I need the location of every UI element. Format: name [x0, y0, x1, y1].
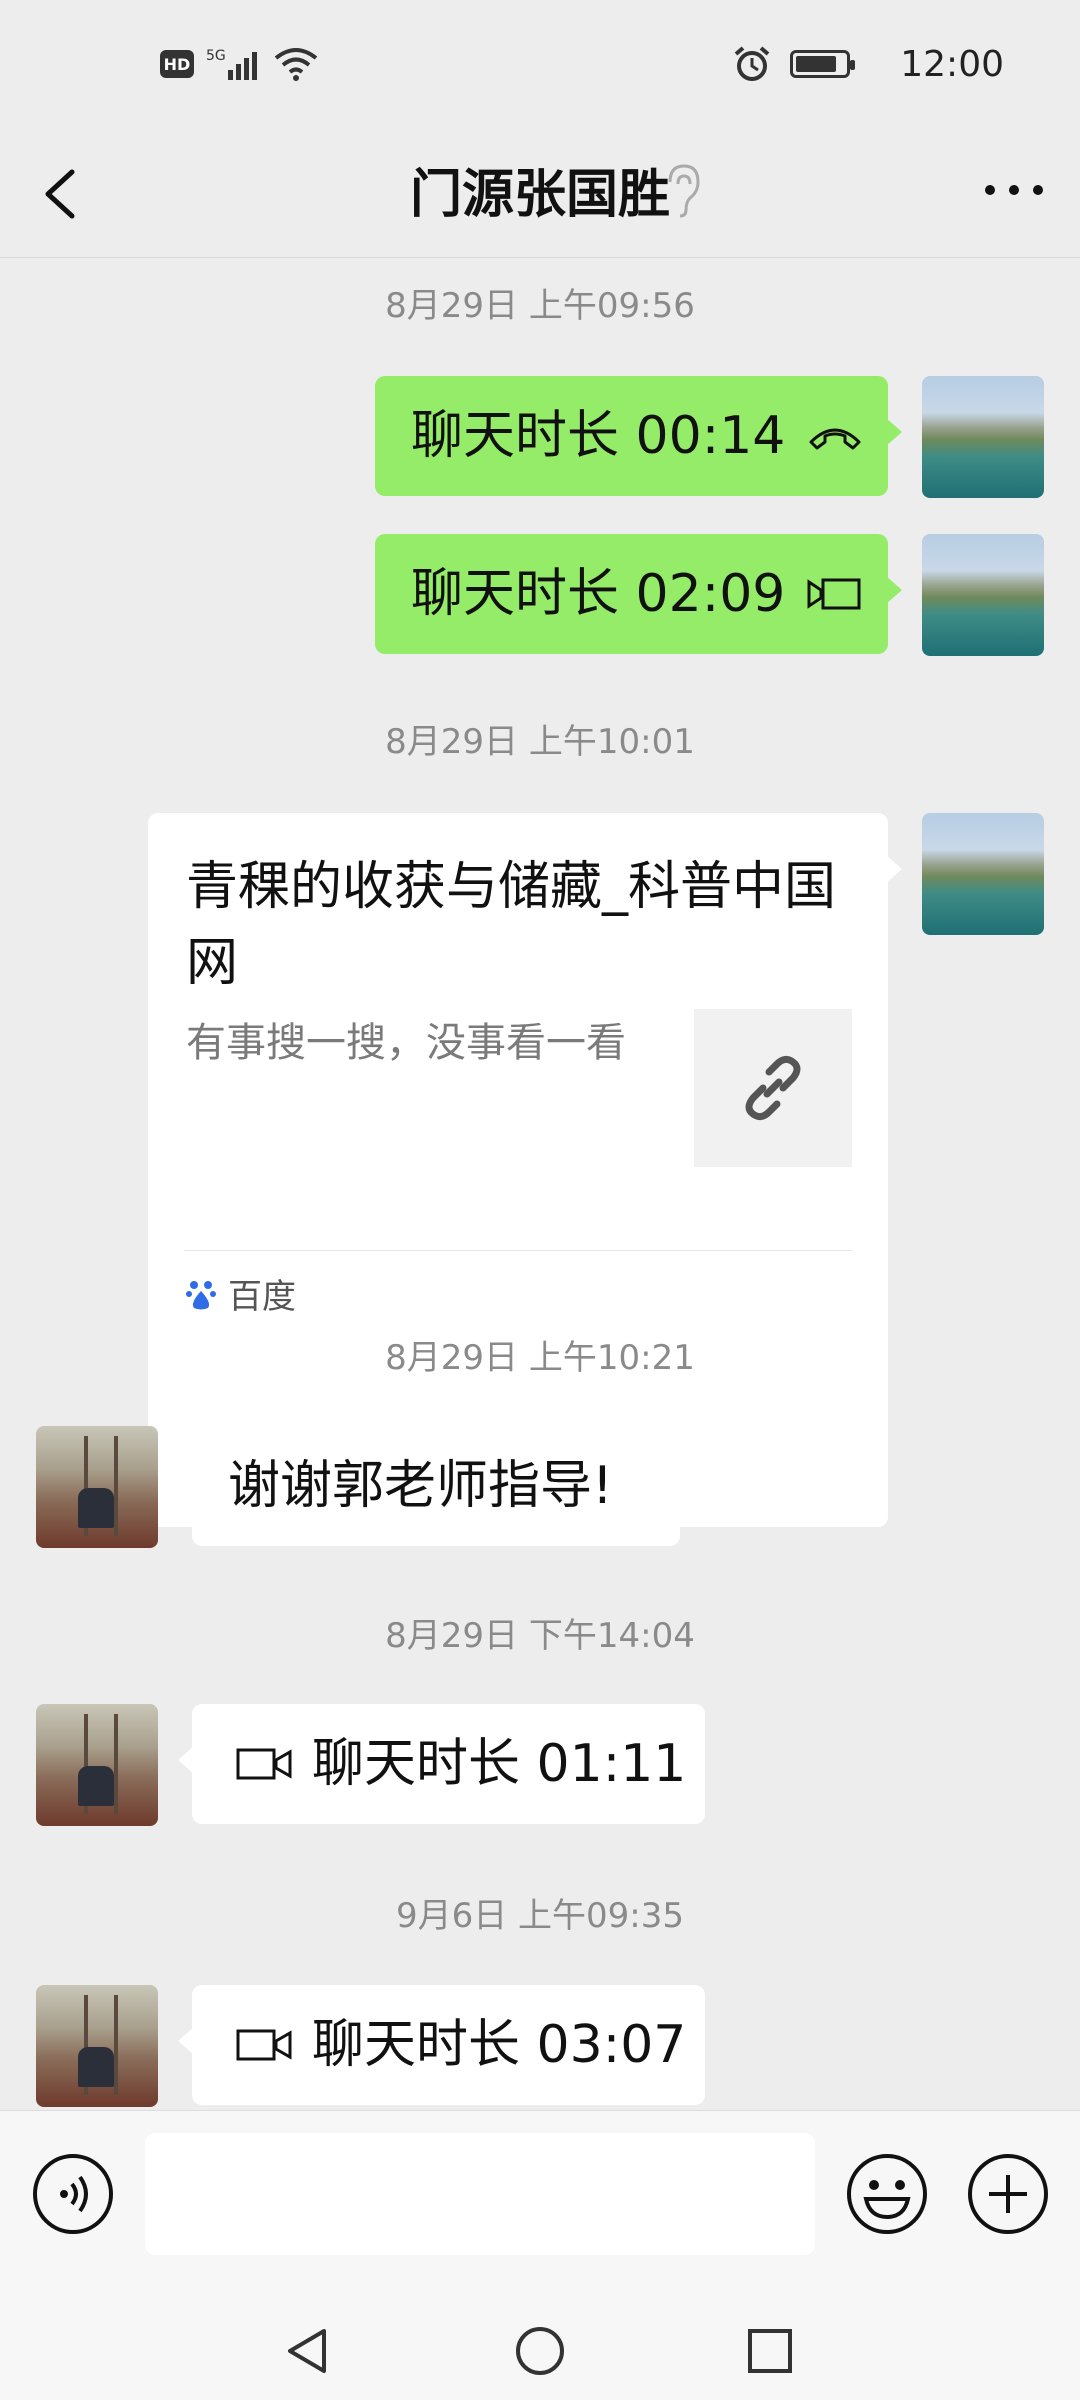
alarm-icon — [734, 46, 770, 81]
text-message[interactable]: 谢谢郭老师指导! — [178, 1426, 680, 1546]
video-camera-icon — [807, 578, 861, 610]
voice-input-icon[interactable] — [30, 2151, 116, 2237]
my-avatar[interactable] — [922, 534, 1044, 656]
timestamp: 8月29日 下午14:04 — [385, 1616, 695, 1656]
video-call-record[interactable]: 聊天时长 03:07 — [178, 1985, 705, 2105]
video-call-record[interactable]: 聊天时长 01:11 — [178, 1704, 705, 1824]
call-duration-text: 聊天时长 02:09 — [411, 564, 786, 624]
timestamp: 9月6日 上午09:35 — [395, 1896, 685, 1936]
phone-icon — [809, 428, 861, 450]
link-icon — [745, 1055, 801, 1121]
contact-avatar[interactable] — [36, 1426, 158, 1548]
battery-icon — [790, 50, 855, 78]
message-input[interactable] — [145, 2133, 815, 2255]
status-left: HD 5G — [160, 46, 318, 82]
message-text: 谢谢郭老师指导! — [228, 1456, 613, 1516]
timestamp: 8月29日 上午09:56 — [385, 286, 695, 326]
earpiece-mode-icon — [668, 164, 700, 218]
call-duration-text: 聊天时长 03:07 — [312, 2015, 687, 2075]
network-type: 5G — [206, 48, 226, 64]
timestamp: 8月29日 上午10:21 — [385, 1338, 695, 1378]
hd-badge: HD — [160, 50, 194, 78]
contact-name: 门源张国胜 — [409, 165, 670, 225]
signal-icon: 5G — [206, 48, 257, 80]
divider — [184, 1250, 852, 1251]
emoji-icon[interactable] — [844, 2151, 930, 2237]
nav-recents-icon[interactable] — [742, 2323, 798, 2379]
wifi-icon — [274, 48, 318, 81]
call-duration-text: 聊天时长 00:14 — [411, 406, 786, 466]
baidu-paw-icon — [186, 1280, 216, 1309]
status-right — [732, 44, 855, 84]
video-camera-icon — [236, 1748, 292, 1780]
my-avatar[interactable] — [922, 813, 1044, 935]
call-duration-text: 聊天时长 01:11 — [312, 1734, 687, 1794]
link-card[interactable]: 青稞的收获与储藏_科普中国网 有事搜一搜，没事看一看 百度 — [148, 813, 902, 1527]
nav-back-icon[interactable] — [280, 2323, 336, 2379]
status-bar: HD 5G 12:00 — [0, 0, 1080, 130]
add-more-icon[interactable] — [965, 2151, 1051, 2237]
nav-home-icon[interactable] — [512, 2323, 568, 2379]
more-options-icon[interactable] — [974, 160, 1054, 220]
contact-avatar[interactable] — [36, 1704, 158, 1826]
timestamp: 8月29日 上午10:01 — [385, 722, 695, 762]
video-camera-icon — [236, 2029, 292, 2061]
input-bar — [0, 2110, 1080, 2400]
my-avatar[interactable] — [922, 376, 1044, 498]
link-source-name: 百度 — [228, 1277, 296, 1317]
video-call-record[interactable]: 聊天时长 02:09 — [375, 534, 902, 654]
voice-call-record[interactable]: 聊天时长 00:14 — [375, 376, 902, 496]
link-source: 百度 — [186, 1269, 296, 1318]
clock: 12:00 — [900, 44, 1004, 85]
system-navigation-bar — [0, 2301, 1080, 2400]
link-thumbnail — [694, 1009, 852, 1167]
contact-avatar[interactable] — [36, 1985, 158, 2107]
link-description: 有事搜一搜，没事看一看 — [186, 1020, 626, 1066]
link-title: 青稞的收获与储藏_科普中国网 — [186, 857, 837, 993]
message-list[interactable]: 8月29日 上午09:56 聊天时长 00:14 聊天时长 02:09 8月29… — [0, 258, 1080, 2110]
chat-header: 门源张国胜 — [0, 130, 1080, 258]
